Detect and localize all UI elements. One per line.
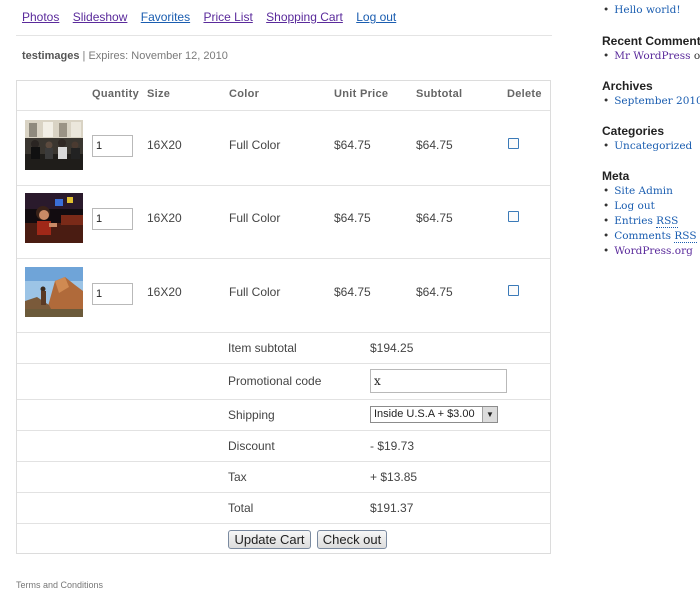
col-unit-price: Unit Price	[334, 88, 389, 100]
sidebar-item-entries-rss[interactable]: • Entries RSS	[603, 215, 679, 228]
item-color: Full Color	[229, 211, 281, 225]
bullet-icon: •	[603, 95, 610, 107]
shipping-selected-value: Inside U.S.A + $3.00	[374, 408, 475, 420]
total-label: Total	[228, 501, 254, 515]
divider	[17, 185, 550, 186]
bullet-icon: •	[603, 200, 610, 212]
nav-logout-link[interactable]: Log out	[356, 10, 396, 24]
product-thumbnail[interactable]	[25, 193, 83, 243]
item-unit-price: $64.75	[334, 138, 371, 152]
gallery-name: testimages	[22, 50, 80, 62]
divider	[17, 523, 550, 524]
divider	[17, 492, 550, 493]
bullet-icon: •	[603, 245, 610, 257]
tax-label: Tax	[228, 470, 247, 484]
delete-checkbox[interactable]	[508, 211, 519, 222]
item-color: Full Color	[229, 138, 281, 152]
nav-shopping-cart-link[interactable]: Shopping Cart	[266, 10, 343, 24]
nav-favorites-link[interactable]: Favorites	[141, 10, 190, 24]
checkout-button[interactable]: Check out	[317, 530, 387, 549]
nav-slideshow-link[interactable]: Slideshow	[73, 10, 128, 24]
delete-checkbox[interactable]	[508, 138, 519, 149]
divider	[17, 461, 550, 462]
sidebar-item-logout[interactable]: • Log out	[603, 200, 655, 212]
terms-link[interactable]: Terms and Conditions	[16, 580, 103, 590]
divider	[16, 35, 552, 36]
recent-comment-item: • Mr WordPress on H	[603, 50, 700, 62]
divider	[17, 110, 550, 111]
archives-heading: Archives	[602, 79, 653, 93]
comment-on-text: on H	[693, 50, 700, 62]
item-unit-price: $64.75	[334, 285, 371, 299]
total-value: $191.37	[370, 501, 414, 515]
col-quantity: Quantity	[92, 88, 140, 100]
item-subtotal: $64.75	[416, 138, 453, 152]
item-size: 16X20	[147, 211, 182, 225]
comment-author-link[interactable]: Mr WordPress	[614, 50, 690, 62]
meta-heading: Meta	[602, 169, 630, 183]
divider	[17, 363, 550, 364]
item-subtotal-value: $194.25	[370, 341, 414, 355]
discount-label: Discount	[228, 439, 275, 453]
top-nav: Photos Slideshow Favorites Price List Sh…	[22, 10, 406, 26]
item-size: 16X20	[147, 138, 182, 152]
bullet-icon: •	[603, 50, 610, 62]
item-subtotal: $64.75	[416, 285, 453, 299]
divider	[17, 399, 550, 400]
shopping-cart-table: Quantity Size Color Unit Price Subtotal …	[16, 80, 551, 554]
sidebar-item-category[interactable]: • Uncategorized	[603, 140, 692, 152]
item-subtotal-label: Item subtotal	[228, 341, 297, 355]
sidebar-item-archive[interactable]: • September 2010	[603, 95, 700, 107]
discount-value: - $19.73	[370, 439, 415, 453]
recent-comments-heading: Recent Comments	[602, 34, 700, 48]
bullet-icon: •	[603, 230, 610, 242]
bullet-icon: •	[603, 185, 610, 197]
tax-value: + $13.85	[370, 470, 418, 484]
sidebar-item-site-admin[interactable]: • Site Admin	[603, 185, 673, 197]
col-subtotal: Subtotal	[416, 88, 463, 100]
chevron-down-icon[interactable]: ▼	[482, 407, 497, 422]
promo-code-label: Promotional code	[228, 374, 322, 388]
divider	[17, 332, 550, 333]
update-cart-button[interactable]: Update Cart	[228, 530, 311, 549]
sidebar-item-hello-world[interactable]: • Hello world!	[603, 4, 681, 16]
quantity-input[interactable]: 1	[92, 208, 133, 230]
item-subtotal: $64.75	[416, 211, 453, 225]
product-thumbnail[interactable]	[25, 120, 83, 170]
promo-code-input[interactable]: x	[370, 369, 507, 393]
item-color: Full Color	[229, 285, 281, 299]
divider	[17, 430, 550, 431]
col-color: Color	[229, 88, 260, 100]
quantity-input[interactable]: 1	[92, 283, 133, 305]
quantity-input[interactable]: 1	[92, 135, 133, 157]
gallery-info: testimages | Expires: November 12, 2010	[22, 50, 228, 62]
item-size: 16X20	[147, 285, 182, 299]
delete-checkbox[interactable]	[508, 285, 519, 296]
shipping-label: Shipping	[228, 408, 275, 422]
bullet-icon: •	[603, 215, 610, 227]
sidebar-item-comments-rss[interactable]: • Comments RSS	[603, 230, 697, 243]
nav-photos-link[interactable]: Photos	[22, 10, 59, 24]
nav-price-list-link[interactable]: Price List	[203, 10, 252, 24]
item-unit-price: $64.75	[334, 211, 371, 225]
categories-heading: Categories	[602, 124, 665, 138]
bullet-icon: •	[603, 140, 610, 152]
gallery-expiry: Expires: November 12, 2010	[88, 50, 228, 62]
product-thumbnail[interactable]	[25, 267, 83, 317]
bullet-icon: •	[603, 4, 610, 16]
col-delete: Delete	[507, 88, 542, 100]
shipping-select[interactable]: Inside U.S.A + $3.00 ▼	[370, 406, 498, 423]
divider	[17, 258, 550, 259]
sidebar-item-wordpress-org[interactable]: • WordPress.org	[603, 245, 693, 257]
col-size: Size	[147, 88, 171, 100]
